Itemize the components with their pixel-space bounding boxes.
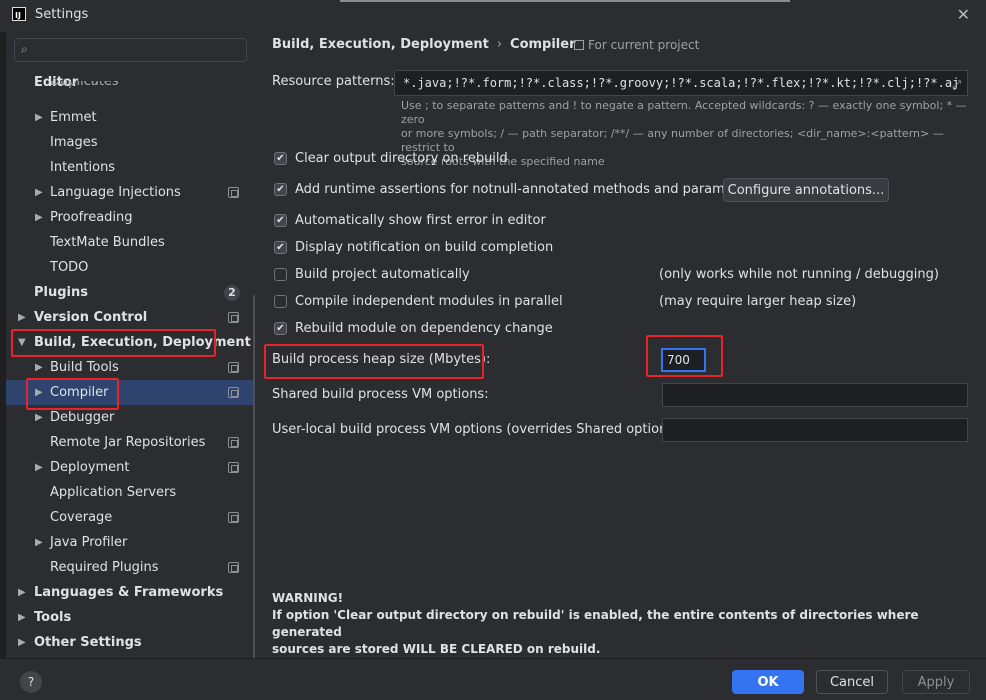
show-first-error-checkbox[interactable]: ✔ Automatically show first error in edit… xyxy=(274,213,546,228)
local-vm-options-input[interactable] xyxy=(662,418,968,442)
title-bar: IJ Settings ✕ xyxy=(0,0,986,32)
checkbox-checked-icon[interactable]: ✔ xyxy=(274,183,287,196)
build-automatically-checkbox[interactable]: Build project automatically xyxy=(274,267,470,282)
tree-item-build-execution-deployment[interactable]: ▼ Build, Execution, Deployment xyxy=(6,330,255,355)
breadcrumb-separator: › xyxy=(496,37,503,52)
intellij-app-icon: IJ xyxy=(12,7,26,21)
shared-vm-options-input[interactable] xyxy=(662,383,968,407)
chevron-right-icon[interactable]: ▶ xyxy=(35,387,43,398)
cancel-button[interactable]: Cancel xyxy=(816,670,888,694)
heap-size-label: Build process heap size (Mbytes): xyxy=(272,352,491,367)
tree-item-coverage[interactable]: Coverage xyxy=(6,505,255,530)
tree-item-emmet[interactable]: ▶ Emmet xyxy=(6,105,255,130)
chevron-right-icon[interactable]: ▶ xyxy=(35,212,43,223)
tree-item-intentions[interactable]: Intentions xyxy=(6,155,255,180)
checkbox-checked-icon[interactable]: ✔ xyxy=(274,241,287,254)
checkbox-checked-icon[interactable]: ✔ xyxy=(274,152,287,165)
build-notification-checkbox[interactable]: ✔ Display notification on build completi… xyxy=(274,240,553,255)
tree-item-compiler[interactable]: ▶ Compiler xyxy=(6,380,255,405)
plugins-count-badge: 2 xyxy=(224,284,240,301)
chevron-down-icon[interactable]: ▼ xyxy=(18,337,26,348)
tree-item-remote-jar-repositories[interactable]: Remote Jar Repositories xyxy=(6,430,255,455)
project-scope-icon xyxy=(228,437,239,448)
tree-item-duplicates[interactable]: Duplicates xyxy=(6,81,255,93)
tree-item-images[interactable]: Images xyxy=(6,130,255,155)
rebuild-on-dependency-change-checkbox[interactable]: ✔ Rebuild module on dependency change xyxy=(274,321,553,336)
build-automatically-note: (only works while not running / debuggin… xyxy=(659,267,939,282)
project-scope-icon xyxy=(228,562,239,573)
rebuild-warning: WARNING! If option 'Clear output directo… xyxy=(272,591,919,656)
project-scope-icon xyxy=(228,312,239,323)
resource-patterns-input[interactable]: *.java;!?*.form;!?*.class;!?*.groovy;!?*… xyxy=(394,70,968,96)
project-scope-icon xyxy=(228,187,239,198)
compile-parallel-checkbox[interactable]: Compile independent modules in parallel xyxy=(274,294,563,309)
chevron-right-icon[interactable]: ▶ xyxy=(18,312,26,323)
tree-item-other-settings[interactable]: ▶ Other Settings xyxy=(6,630,255,655)
project-scope-icon xyxy=(228,512,239,523)
runtime-assertions-checkbox[interactable]: ✔ Add runtime assertions for notnull-ann… xyxy=(274,182,758,197)
help-button[interactable]: ? xyxy=(20,671,42,693)
settings-search-input[interactable]: ⌕ xyxy=(14,38,247,62)
chevron-right-icon[interactable]: ▶ xyxy=(35,362,43,373)
project-scope-icon xyxy=(228,462,239,473)
checkbox-unchecked-icon[interactable] xyxy=(274,268,287,281)
shared-vm-options-label: Shared build process VM options: xyxy=(272,387,489,402)
checkbox-checked-icon[interactable]: ✔ xyxy=(274,214,287,227)
chevron-right-icon[interactable]: ▶ xyxy=(18,587,26,598)
tree-item-java-profiler[interactable]: ▶ Java Profiler xyxy=(6,530,255,555)
breadcrumb: Build, Execution, Deployment › Compiler xyxy=(272,37,576,52)
compiler-settings-panel: Build, Execution, Deployment › Compiler … xyxy=(256,32,986,658)
tree-item-version-control[interactable]: ▶ Version Control xyxy=(6,305,255,330)
heap-size-input[interactable]: 700 xyxy=(661,348,706,372)
for-current-project-note: For current project xyxy=(574,38,699,52)
apply-button[interactable]: Apply xyxy=(902,670,970,694)
project-scope-icon xyxy=(228,362,239,373)
chevron-right-icon[interactable]: ▶ xyxy=(35,462,43,473)
chevron-right-icon[interactable]: ▶ xyxy=(35,112,43,123)
tree-item-plugins[interactable]: Plugins 2 xyxy=(6,280,255,305)
clear-output-directory-checkbox[interactable]: ✔ Clear output directory on rebuild xyxy=(274,151,508,166)
close-icon[interactable]: ✕ xyxy=(957,5,970,24)
dialog-footer: ? OK Cancel Apply xyxy=(0,658,986,700)
settings-sidebar: ⌕ Editor Duplicates ▶ Emmet Images Inten… xyxy=(6,32,255,658)
tree-item-language-injections[interactable]: ▶ Language Injections xyxy=(6,180,255,205)
window-title: Settings xyxy=(35,7,89,22)
title-bar-divider xyxy=(340,0,790,2)
checkbox-checked-icon[interactable]: ✔ xyxy=(274,322,287,335)
tree-item-application-servers[interactable]: Application Servers xyxy=(6,480,255,505)
chevron-right-icon[interactable]: ▶ xyxy=(18,637,26,648)
expand-icon[interactable]: ⤢ xyxy=(952,78,961,92)
configure-annotations-button[interactable]: Configure annotations... xyxy=(723,178,889,202)
chevron-right-icon[interactable]: ▶ xyxy=(35,187,43,198)
resource-patterns-label: Resource patterns: xyxy=(272,74,395,89)
tree-item-build-tools[interactable]: ▶ Build Tools xyxy=(6,355,255,380)
breadcrumb-parent[interactable]: Build, Execution, Deployment xyxy=(272,37,489,52)
tree-item-required-plugins[interactable]: Required Plugins xyxy=(6,555,255,580)
tree-item-deployment[interactable]: ▶ Deployment xyxy=(6,455,255,480)
tree-item-tools[interactable]: ▶ Tools xyxy=(6,605,255,630)
tree-item-todo[interactable]: TODO xyxy=(6,255,255,280)
tree-item-debugger[interactable]: ▶ Debugger xyxy=(6,405,255,430)
breadcrumb-current: Compiler xyxy=(510,37,576,52)
tree-item-languages-frameworks[interactable]: ▶ Languages & Frameworks xyxy=(6,580,255,605)
chevron-right-icon[interactable]: ▶ xyxy=(18,612,26,623)
chevron-right-icon[interactable]: ▶ xyxy=(35,412,43,423)
ok-button[interactable]: OK xyxy=(732,670,804,694)
chevron-right-icon[interactable]: ▶ xyxy=(35,537,43,548)
sidebar-scrollbar[interactable] xyxy=(253,294,255,658)
search-icon: ⌕ xyxy=(21,42,28,56)
project-scope-icon xyxy=(228,387,239,398)
tree-item-proofreading[interactable]: ▶ Proofreading xyxy=(6,205,255,230)
local-vm-options-label: User-local build process VM options (ove… xyxy=(272,422,684,437)
project-scope-icon xyxy=(574,40,584,50)
tree-item-textmate-bundles[interactable]: TextMate Bundles xyxy=(6,230,255,255)
compile-parallel-note: (may require larger heap size) xyxy=(659,294,857,309)
checkbox-unchecked-icon[interactable] xyxy=(274,295,287,308)
